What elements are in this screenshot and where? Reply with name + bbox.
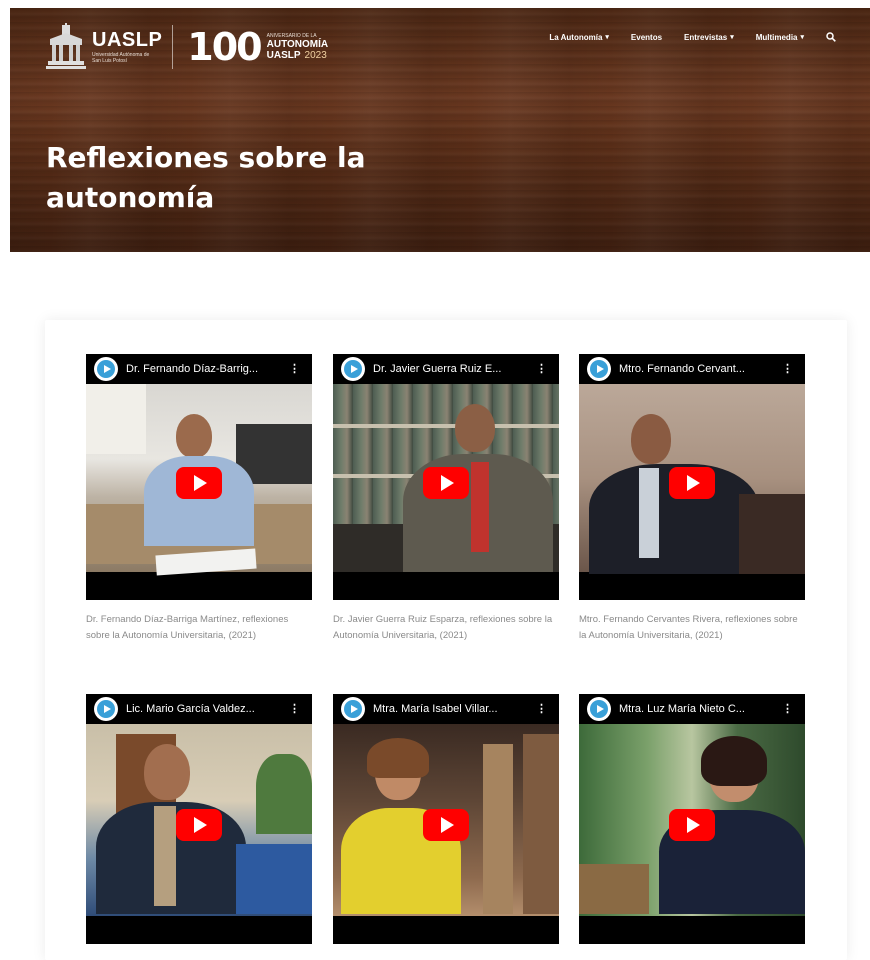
video-title[interactable]: Dr. Javier Guerra Ruiz E... (373, 363, 523, 375)
video-embed[interactable]: Dr. Fernando Díaz-Barrig... ⋮ (86, 354, 312, 600)
video-title[interactable]: Lic. Mario García Valdez... (126, 703, 276, 715)
video-title-bar: Dr. Fernando Díaz-Barrig... ⋮ (86, 354, 312, 384)
centenario-number: 100 (187, 25, 262, 69)
video-gallery-card: Dr. Fernando Díaz-Barrig... ⋮ Dr. Fernan… (45, 320, 847, 960)
video-title-bar: Lic. Mario García Valdez... ⋮ (86, 694, 312, 724)
play-button-icon[interactable] (176, 467, 222, 499)
centenario-logo: 100 ANIVERSARIO DE LA AUTONOMÍA UASLP 202… (187, 27, 328, 67)
site-logo[interactable]: UASLP Universidad Autónoma de San Luis P… (46, 20, 328, 74)
channel-avatar-icon[interactable] (587, 357, 611, 381)
video-caption: Mtro. Fernando Cervantes Rivera, reflexi… (579, 614, 798, 641)
channel-avatar-icon[interactable] (341, 357, 365, 381)
video-caption: Dr. Javier Guerra Ruiz Esparza, reflexio… (333, 614, 553, 641)
video-title-bar: Dr. Javier Guerra Ruiz E... ⋮ (333, 354, 559, 384)
brand-subtitle: Universidad Autónoma de San Luis Potosí (92, 52, 150, 64)
video-title[interactable]: Mtro. Fernando Cervant... (619, 363, 769, 375)
video-title-bar: Mtra. María Isabel Villar... ⋮ (333, 694, 559, 724)
channel-avatar-icon[interactable] (94, 697, 118, 721)
more-options-icon[interactable]: ⋮ (536, 362, 547, 375)
more-options-icon[interactable]: ⋮ (536, 702, 547, 715)
chevron-down-icon: ▾ (730, 34, 734, 41)
chevron-down-icon: ▾ (800, 34, 804, 41)
video-title-bar: Mtro. Fernando Cervant... ⋮ (579, 354, 805, 384)
play-button-icon[interactable] (669, 467, 715, 499)
channel-avatar-icon[interactable] (94, 357, 118, 381)
video-embed[interactable]: Lic. Mario García Valdez... ⋮ (86, 694, 312, 944)
brand-text: UASLP Universidad Autónoma de San Luis P… (92, 30, 162, 64)
video-title[interactable]: Dr. Fernando Díaz-Barrig... (126, 363, 276, 375)
chevron-down-icon: ▾ (605, 34, 609, 41)
nav-item-multimedia[interactable]: Multimedia ▾ (756, 33, 804, 42)
channel-avatar-icon[interactable] (341, 697, 365, 721)
channel-avatar-icon[interactable] (587, 697, 611, 721)
play-button-icon[interactable] (423, 467, 469, 499)
more-options-icon[interactable]: ⋮ (289, 702, 300, 715)
university-crest-icon (46, 23, 86, 71)
video-embed[interactable]: Mtra. María Isabel Villar... ⋮ (333, 694, 559, 944)
more-options-icon[interactable]: ⋮ (782, 702, 793, 715)
video-embed[interactable]: Mtra. Luz María Nieto C... ⋮ (579, 694, 805, 944)
play-button-icon[interactable] (176, 809, 222, 841)
search-icon[interactable] (826, 32, 836, 42)
more-options-icon[interactable]: ⋮ (782, 362, 793, 375)
video-caption: Dr. Fernando Díaz-Barriga Martínez, refl… (86, 614, 289, 641)
nav-item-eventos[interactable]: Eventos (631, 33, 662, 42)
centenario-line2: AUTONOMÍA (266, 39, 329, 50)
brand-name: UASLP (92, 29, 163, 51)
nav-item-la-autonomia[interactable]: La Autonomía ▾ (549, 33, 609, 42)
play-button-icon[interactable] (669, 809, 715, 841)
video-title-bar: Mtra. Luz María Nieto C... ⋮ (579, 694, 805, 724)
play-button-icon[interactable] (423, 809, 469, 841)
logo-divider (172, 25, 174, 69)
centenario-year: 2023 (304, 50, 327, 61)
video-title[interactable]: Mtra. Luz María Nieto C... (619, 703, 769, 715)
centenario-line3: UASLP 2023 (266, 50, 327, 61)
hero-banner: UASLP Universidad Autónoma de San Luis P… (10, 8, 870, 252)
video-embed[interactable]: Mtro. Fernando Cervant... ⋮ (579, 354, 805, 600)
more-options-icon[interactable]: ⋮ (289, 362, 300, 375)
main-nav: La Autonomía ▾ Eventos Entrevistas ▾ Multi… (549, 32, 836, 42)
video-title[interactable]: Mtra. María Isabel Villar... (373, 703, 523, 715)
page-title: Reflexiones sobre la autonomía (46, 141, 366, 214)
video-embed[interactable]: Dr. Javier Guerra Ruiz E... ⋮ (333, 354, 559, 600)
nav-item-entrevistas[interactable]: Entrevistas ▾ (684, 33, 734, 42)
